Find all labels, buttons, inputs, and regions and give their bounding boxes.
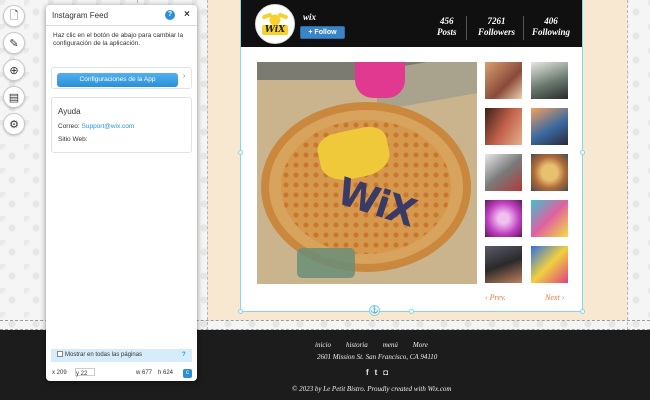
green-container <box>297 248 355 278</box>
panel-header: Instagram Feed ? × <box>46 5 197 26</box>
help-title: Ayuda <box>58 107 81 116</box>
show-all-label: Mostrar en todas las páginas <box>65 352 143 358</box>
store-icon[interactable]: ▤ <box>3 86 25 108</box>
stat-following-label: Following <box>532 27 571 37</box>
chevron-right-icon[interactable]: › <box>183 73 185 80</box>
instagram-feed-widget[interactable]: WiX wix + Follow 456 Posts 7261 Follower… <box>240 0 583 312</box>
resize-handle[interactable] <box>409 309 414 314</box>
stat-posts-value: 456 <box>440 16 454 26</box>
thumbnail[interactable] <box>531 62 568 99</box>
y-field[interactable]: y 22 <box>75 368 95 378</box>
facebook-icon[interactable]: f <box>366 368 369 377</box>
support-email-link[interactable]: Support@wix.com <box>82 123 135 130</box>
page-icon[interactable]: 🗋 <box>3 5 25 27</box>
lock-ratio-icon[interactable]: c <box>183 369 192 378</box>
footer-nav-item[interactable]: historia <box>346 341 368 349</box>
thumbnail[interactable] <box>485 200 522 237</box>
email-label: Correo: <box>58 123 80 130</box>
prev-link[interactable]: ‹ Prev. <box>485 293 506 302</box>
stat-divider <box>523 16 524 40</box>
help-section: Ayuda Correo: Support@wix.com Sitio Web: <box>51 97 192 153</box>
resize-handle[interactable] <box>580 150 585 155</box>
close-icon[interactable]: × <box>184 9 190 20</box>
stat-following-value: 406 <box>544 16 558 26</box>
thumbnail[interactable] <box>485 108 522 145</box>
twitter-icon[interactable]: t <box>375 368 378 377</box>
brush-icon[interactable]: ✎ <box>3 32 25 54</box>
resize-handle[interactable] <box>238 150 243 155</box>
app-settings-button[interactable]: Configuraciones de la App <box>57 73 178 87</box>
x-coordinate: x 209 <box>52 368 67 378</box>
show-all-pages-row[interactable]: Mostrar en todas las páginas ? <box>51 349 192 362</box>
stat-following: 406 Following <box>532 16 570 38</box>
thumbnail[interactable] <box>485 246 522 283</box>
settings-panel: Instagram Feed ? × Haz clic en el botón … <box>46 5 197 381</box>
follow-button[interactable]: + Follow <box>300 26 345 39</box>
instagram-icon[interactable]: ◘ <box>383 368 388 377</box>
logo-text: WiX <box>261 25 289 35</box>
stat-divider <box>466 16 467 40</box>
app-settings-row: Configuraciones de la App › <box>51 67 192 89</box>
thumbnail[interactable] <box>485 62 522 99</box>
guide-line <box>207 0 208 330</box>
add-icon[interactable]: ⊕ <box>3 59 25 81</box>
profile-username: wix <box>303 12 317 22</box>
guide-line <box>627 0 628 330</box>
help-email-row: Correo: Support@wix.com <box>58 123 134 130</box>
instagram-header: WiX wix + Follow 456 Posts 7261 Follower… <box>241 0 582 47</box>
settings-icon[interactable]: ⚙ <box>3 113 25 135</box>
footer-nav-item[interactable]: menú <box>383 341 398 349</box>
footer-nav: inicio historia menú More <box>315 341 428 349</box>
footer-copyright: © 2023 by Le Petit Bistro. Proudly creat… <box>292 385 452 393</box>
width-value: w 677 <box>136 370 153 376</box>
thumbnail[interactable] <box>531 154 568 191</box>
resize-handle[interactable] <box>580 309 585 314</box>
next-link[interactable]: Next › <box>545 293 564 302</box>
question-icon[interactable]: ? <box>182 349 186 362</box>
panel-description: Haz clic en el botón de abajo para cambi… <box>53 32 184 47</box>
height-value: h 624 <box>158 370 174 376</box>
show-all-checkbox[interactable] <box>57 351 63 357</box>
person-dress <box>355 62 405 98</box>
stat-followers: 7261 Followers <box>478 16 515 38</box>
stat-posts: 456 Posts <box>437 16 457 38</box>
footer-nav-item[interactable]: More <box>413 341 428 349</box>
anchor-icon[interactable]: ⚓ <box>369 305 380 316</box>
stat-followers-label: Followers <box>478 27 516 37</box>
footer-nav-item[interactable]: inicio <box>315 341 331 349</box>
panel-title: Instagram Feed <box>52 11 109 20</box>
editor-toolbar: 🗋 ✎ ⊕ ▤ ⚙ <box>3 5 28 140</box>
y-value: y 22 <box>76 371 88 378</box>
stat-posts-label: Posts <box>437 27 457 37</box>
pizza: WiX <box>261 102 471 272</box>
thumbnail[interactable] <box>531 200 568 237</box>
main-photo[interactable]: WiX <box>257 62 477 284</box>
help-icon[interactable]: ? <box>165 10 175 20</box>
y-coordinate[interactable]: y 22 <box>75 368 95 378</box>
thumbnail[interactable] <box>531 246 568 283</box>
footer-address: 2601 Mission St. San Francisco, CA 94110 <box>317 353 438 361</box>
website-label: Sitio Web: <box>58 136 88 143</box>
profile-logo: WiX <box>255 4 295 44</box>
social-icons: f t ◘ <box>366 368 388 377</box>
resize-handle[interactable] <box>238 309 243 314</box>
thumbnail[interactable] <box>485 154 522 191</box>
x-value: x 209 <box>52 370 67 376</box>
stat-followers-value: 7261 <box>487 16 506 26</box>
thumbnail[interactable] <box>531 108 568 145</box>
